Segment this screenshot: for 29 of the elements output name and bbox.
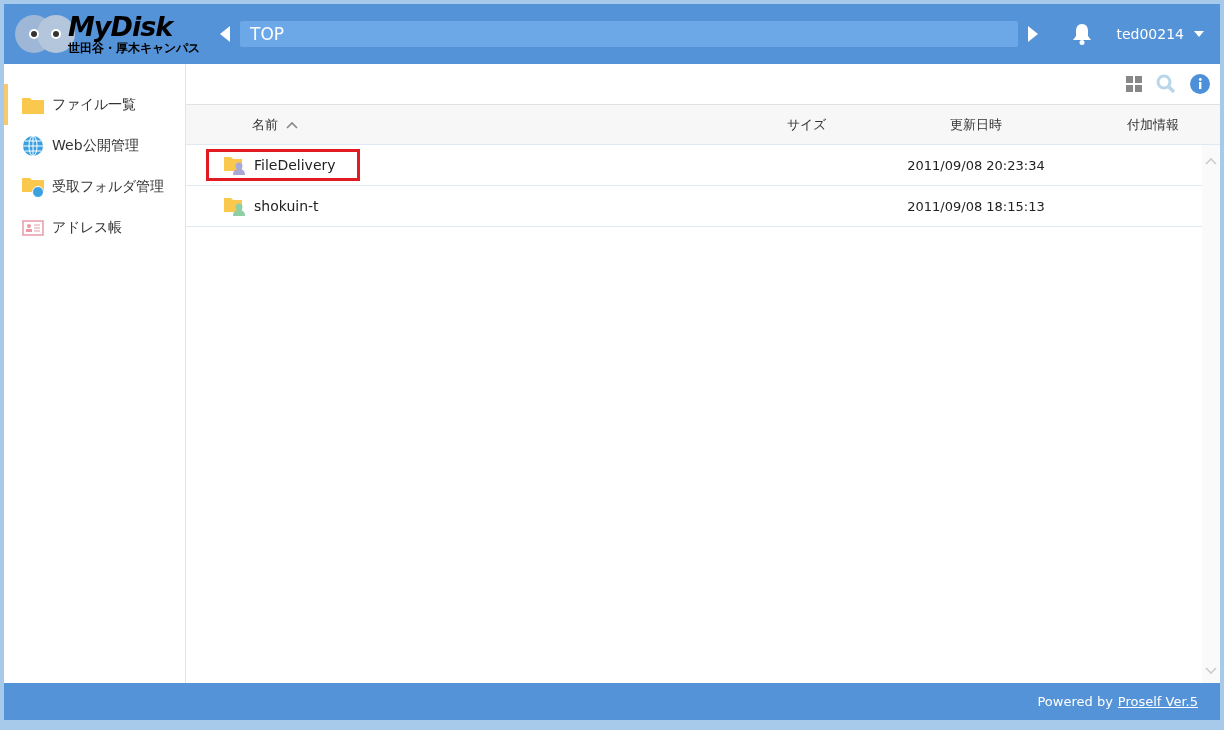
sidebar-item-label: 受取フォルダ管理 (52, 177, 164, 196)
sort-ascending-icon[interactable] (286, 120, 298, 129)
globe-icon (22, 134, 44, 157)
folder-icon (22, 95, 44, 114)
sidebar-item-label: ファイル一覧 (52, 95, 136, 114)
sidebar-item-label: Web公開管理 (52, 136, 139, 155)
caret-icon (1194, 31, 1204, 37)
logo-subtitle: 世田谷・厚木キャンパス (68, 41, 200, 55)
sidebar-item[interactable]: 受取フォルダ管理 (4, 166, 185, 207)
column-header[interactable]: サイズ (786, 115, 826, 134)
sidebar-item[interactable]: アドレス帳 (4, 207, 185, 248)
date-cell-text: 2011/09/08 18:15:13 (906, 198, 1046, 214)
address-card-icon (22, 219, 44, 236)
bell-icon[interactable] (1072, 23, 1093, 45)
name-cell[interactable]: shokuin-t (206, 190, 343, 222)
date-cell-text: 2011/09/08 20:23:34 (906, 157, 1046, 173)
highlighted-name-cell[interactable]: FileDelivery (206, 149, 360, 181)
column-header[interactable]: 名前 (252, 115, 278, 134)
sidebar-item-label: アドレス帳 (52, 218, 122, 237)
grid-view-icon[interactable] (1126, 76, 1142, 92)
back-arrow-icon[interactable] (220, 26, 230, 42)
folder-globe-icon (22, 175, 44, 198)
powered-by-text: Powered by (1037, 694, 1113, 709)
sidebar-item[interactable]: Web公開管理 (4, 125, 185, 166)
forward-arrow-icon[interactable] (1028, 26, 1039, 42)
logo-title: MyDisk (68, 13, 175, 41)
info-icon[interactable] (1190, 74, 1210, 94)
column-header[interactable]: 更新日時 (950, 115, 1002, 134)
column-header[interactable]: 付加情報 (1127, 115, 1179, 134)
